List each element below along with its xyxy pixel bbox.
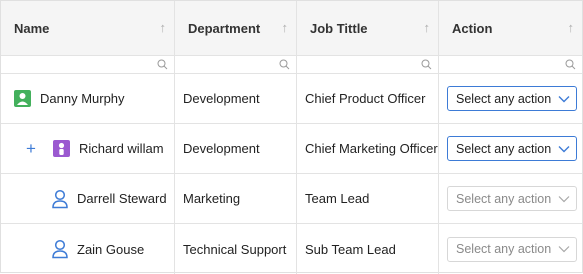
search-icon[interactable] <box>157 59 168 70</box>
column-header-label: Action <box>452 20 493 36</box>
filter-row <box>1 56 582 74</box>
employee-name: Danny Murphy <box>40 91 125 106</box>
sort-arrow-icon[interactable]: ↑ <box>568 20 575 35</box>
employee-name: Zain Gouse <box>77 241 145 257</box>
job-title-cell: Sub Team Lead <box>297 224 439 274</box>
column-header-label: Department <box>188 20 261 36</box>
outline-person-icon <box>52 239 68 259</box>
job-title-cell: Chief Marketing Officer <box>297 124 439 173</box>
column-header-label: Job Tittle <box>310 20 368 36</box>
column-header-action[interactable]: Action ↑ <box>439 1 582 55</box>
name-cell: Danny Murphy <box>1 74 175 123</box>
department-cell: Technical Support <box>175 224 297 274</box>
expand-plus-icon[interactable]: + <box>25 139 37 159</box>
sort-arrow-icon[interactable]: ↑ <box>282 20 289 35</box>
job-title-value: Chief Product Officer <box>305 91 426 106</box>
action-cell: Select any action <box>439 224 582 274</box>
action-dropdown[interactable]: Select any action <box>447 136 577 161</box>
search-icon[interactable] <box>565 59 576 70</box>
chevron-down-icon <box>558 95 570 102</box>
table-row: Zain Gouse Technical Support Sub Team Le… <box>1 224 582 274</box>
table-row: Danny Murphy Development Chief Product O… <box>1 74 582 124</box>
employee-name: Richard willam <box>79 141 164 156</box>
department-value: Technical Support <box>183 241 287 257</box>
action-dropdown[interactable]: Select any action <box>447 86 577 111</box>
purple-person-icon <box>53 140 70 157</box>
name-cell: Darrell Steward <box>1 174 175 223</box>
filter-cell-job-title[interactable] <box>297 56 439 73</box>
filter-cell-action[interactable] <box>439 56 582 73</box>
header-row: Name ↑ Department ↑ Job Tittle ↑ Action … <box>1 1 582 56</box>
department-value: Development <box>183 91 260 106</box>
action-dropdown-value: Select any action <box>456 141 552 156</box>
department-value: Marketing <box>183 191 241 206</box>
green-person-icon <box>14 90 31 107</box>
action-dropdown[interactable]: Select any action <box>447 186 577 211</box>
table-row: + Richard willam Development Chief Marke… <box>1 124 582 174</box>
action-dropdown-value: Select any action <box>456 91 552 106</box>
search-icon[interactable] <box>421 59 432 70</box>
chevron-down-icon <box>558 195 570 202</box>
action-dropdown[interactable]: Select any action <box>447 236 577 262</box>
action-dropdown-value: Select any action <box>456 191 552 206</box>
job-title-value: Chief Marketing Officer <box>305 141 438 156</box>
department-cell: Development <box>175 124 297 173</box>
action-dropdown-value: Select any action <box>456 242 552 256</box>
sort-arrow-icon[interactable]: ↑ <box>160 20 167 35</box>
column-header-label: Name <box>14 20 50 36</box>
column-header-name[interactable]: Name ↑ <box>1 1 175 55</box>
chevron-down-icon <box>558 246 570 253</box>
name-cell: + Richard willam <box>1 124 175 173</box>
department-value: Development <box>183 141 260 156</box>
job-title-cell: Chief Product Officer <box>297 74 439 123</box>
department-cell: Development <box>175 74 297 123</box>
job-title-value: Team Lead <box>305 191 370 206</box>
filter-cell-name[interactable] <box>1 56 175 73</box>
table-row: Darrell Steward Marketing Team Lead Sele… <box>1 174 582 224</box>
action-cell: Select any action <box>439 74 582 123</box>
sort-arrow-icon[interactable]: ↑ <box>424 20 431 35</box>
job-title-cell: Team Lead <box>297 174 439 223</box>
filter-cell-department[interactable] <box>175 56 297 73</box>
employee-grid: Name ↑ Department ↑ Job Tittle ↑ Action … <box>0 0 583 274</box>
name-cell: Zain Gouse <box>1 224 175 274</box>
action-cell: Select any action <box>439 174 582 223</box>
employee-name: Darrell Steward <box>77 191 167 206</box>
department-cell: Marketing <box>175 174 297 223</box>
search-icon[interactable] <box>279 59 290 70</box>
column-header-department[interactable]: Department ↑ <box>175 1 297 55</box>
job-title-value: Sub Team Lead <box>305 241 396 257</box>
column-header-job-title[interactable]: Job Tittle ↑ <box>297 1 439 55</box>
chevron-down-icon <box>558 145 570 152</box>
outline-person-icon <box>52 189 68 208</box>
action-cell: Select any action <box>439 124 582 173</box>
